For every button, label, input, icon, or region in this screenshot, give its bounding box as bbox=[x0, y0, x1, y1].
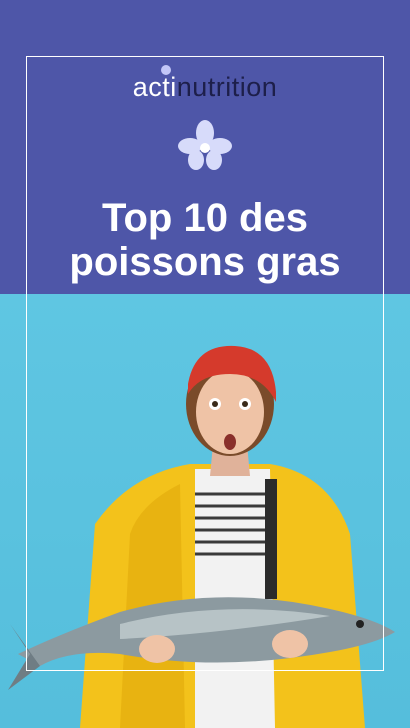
headline-line-2: poissons gras bbox=[69, 240, 341, 284]
photo-woman-holding-salmon bbox=[0, 294, 410, 728]
logo-text-acti: acti bbox=[132, 72, 177, 102]
orchid-flower-icon bbox=[178, 120, 232, 170]
logo-text-nutrition: nutrition bbox=[176, 72, 278, 102]
headline-line-1: Top 10 des bbox=[102, 196, 308, 240]
actinutrition-logo: actinutrition bbox=[0, 70, 410, 104]
headline: Top 10 des poissons gras bbox=[0, 196, 410, 284]
